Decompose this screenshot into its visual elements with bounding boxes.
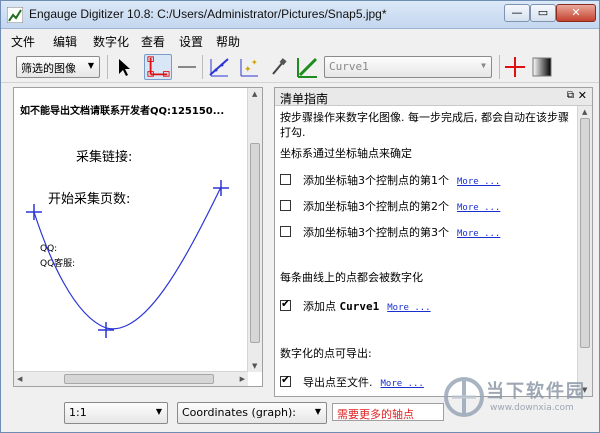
menu-settings[interactable]: 设置 xyxy=(179,33,203,50)
step-label: 添加坐标轴3个控制点的第2个 xyxy=(303,200,449,213)
chevron-down-icon: ▼ xyxy=(87,61,94,70)
more-link[interactable]: More ... xyxy=(381,379,424,389)
scroll-thumb[interactable] xyxy=(250,143,260,343)
curve-line xyxy=(33,186,222,330)
watermark-logo-icon xyxy=(444,377,484,417)
checklist-scrollbar[interactable]: ▲ ▼ xyxy=(577,106,592,396)
color-picker-icon[interactable] xyxy=(268,56,290,78)
step-checkbox xyxy=(280,174,291,185)
checklist-header: 清单指南 ⧉ ✕ xyxy=(275,88,592,106)
window-title: Engauge Digitizer 10.8: C:/Users/Adminis… xyxy=(29,7,387,21)
chevron-down-icon: ▼ xyxy=(314,407,321,416)
section-axis-title: 坐标系通过坐标轴点来确定 xyxy=(280,147,412,160)
watermark-brand: 当下软件园 xyxy=(486,381,586,402)
watermark-url: www.downxia.com xyxy=(490,403,574,413)
gradient-icon[interactable] xyxy=(531,56,553,78)
close-button[interactable]: ✕ xyxy=(556,4,596,22)
menu-help[interactable]: 帮助 xyxy=(216,33,240,50)
more-link[interactable]: More ... xyxy=(457,203,500,213)
title-bar: Engauge Digitizer 10.8: C:/Users/Adminis… xyxy=(1,1,599,29)
scroll-left-icon[interactable]: ◀ xyxy=(17,375,22,383)
coordinates-mode-select[interactable]: Coordinates (graph): ▼ xyxy=(177,402,327,424)
graph-canvas[interactable]: 如不能导出文档请联系开发者QQ:125150... 采集链接: 开始采集页数: … xyxy=(14,88,248,372)
step-checkbox-checked xyxy=(280,373,291,387)
more-link[interactable]: More ... xyxy=(457,229,500,239)
app-window: Engauge Digitizer 10.8: C:/Users/Adminis… xyxy=(0,0,600,433)
curve-select[interactable]: Curve1 ▼ xyxy=(324,56,492,78)
step-checkbox xyxy=(280,226,291,237)
scroll-thumb[interactable] xyxy=(580,118,590,348)
crosshair-icon[interactable] xyxy=(504,56,526,78)
background-view-select[interactable]: 筛选的图像 ▼ xyxy=(16,56,100,78)
chevron-down-icon: ▼ xyxy=(481,61,486,70)
step-axis-2: 添加坐标轴3个控制点的第2个 More ... xyxy=(280,198,500,214)
step-add-points: 添加点 Curve1 More ... xyxy=(280,297,431,314)
scroll-up-icon[interactable]: ▲ xyxy=(582,108,587,116)
menu-digitize[interactable]: 数字化 xyxy=(93,33,129,50)
engauge-app-icon xyxy=(7,7,23,23)
curve-point-marker xyxy=(213,180,229,196)
graph-horizontal-scrollbar[interactable]: ◀ ▶ xyxy=(14,371,248,386)
axis-point-icon[interactable] xyxy=(144,54,172,80)
chevron-down-icon: ▼ xyxy=(155,407,162,416)
step-checkbox-checked xyxy=(280,297,291,311)
segment-icon[interactable] xyxy=(176,56,198,78)
float-panel-icon[interactable]: ⧉ xyxy=(567,90,574,101)
downxia-watermark: 当下软件园 www.downxia.com xyxy=(444,369,594,429)
checklist-guide-panel: 清单指南 ⧉ ✕ 按步骤操作来数字化图像. 每一步完成后, 都会自动在该步骤打勾… xyxy=(274,87,593,397)
coordinates-mode-value: Coordinates (graph): xyxy=(182,406,297,419)
close-panel-icon[interactable]: ✕ xyxy=(578,89,587,102)
section-export-title: 数字化的点可导出: xyxy=(280,347,372,360)
digitized-curve-overlay xyxy=(26,180,229,338)
section-curve-title: 每条曲线上的点都会被数字化 xyxy=(280,271,423,284)
toolbar-separator xyxy=(499,55,500,79)
zoom-value: 1:1 xyxy=(69,406,87,419)
menu-bar: 文件 编辑 数字化 查看 设置 帮助 xyxy=(1,30,599,50)
curve-name: Curve1 xyxy=(339,300,380,313)
curve-point-marker xyxy=(98,322,114,338)
scroll-up-icon[interactable]: ▲ xyxy=(252,90,257,98)
minimize-button[interactable]: — xyxy=(504,4,530,22)
toolbar-separator xyxy=(107,55,108,79)
step-axis-3: 添加坐标轴3个控制点的第3个 More ... xyxy=(280,224,500,240)
pointer-icon[interactable] xyxy=(113,56,135,78)
menu-file[interactable]: 文件 xyxy=(11,33,35,50)
maximize-button[interactable]: ▭ xyxy=(530,4,556,22)
step-checkbox xyxy=(280,200,291,211)
step-label: 导出点至文件. xyxy=(303,376,373,389)
more-link[interactable]: More ... xyxy=(387,303,430,313)
curve-point-marker xyxy=(26,204,42,220)
curve-digitize-icon[interactable] xyxy=(295,55,319,79)
point-match-icon[interactable] xyxy=(208,56,230,78)
step-label: 添加点 xyxy=(303,300,336,313)
point-digitize-icon[interactable]: ✦ ✦ xyxy=(238,56,260,78)
step-export: 导出点至文件. More ... xyxy=(280,373,424,390)
menu-view[interactable]: 查看 xyxy=(141,33,165,50)
zoom-select[interactable]: 1:1 ▼ xyxy=(64,402,168,424)
checklist-intro: 按步骤操作来数字化图像. 每一步完成后, 都会自动在该步骤打勾. xyxy=(280,111,569,139)
step-label: 添加坐标轴3个控制点的第3个 xyxy=(303,226,449,239)
scroll-thumb[interactable] xyxy=(64,374,214,384)
graph-vertical-scrollbar[interactable]: ▲ ▼ xyxy=(247,88,262,372)
toolbar-separator xyxy=(202,55,203,79)
background-view-value: 筛选的图像 xyxy=(21,62,76,75)
graph-view[interactable]: 如不能导出文档请联系开发者QQ:125150... 采集链接: 开始采集页数: … xyxy=(13,87,263,387)
checklist-body: 按步骤操作来数字化图像. 每一步完成后, 都会自动在该步骤打勾. 坐标系通过坐标… xyxy=(275,106,577,396)
status-warning: 需要更多的轴点 xyxy=(332,403,444,421)
menu-edit[interactable]: 编辑 xyxy=(53,33,77,50)
svg-text:✦: ✦ xyxy=(251,58,258,67)
step-label: 添加坐标轴3个控制点的第1个 xyxy=(303,174,449,187)
checklist-title: 清单指南 xyxy=(280,92,329,106)
curve-select-value: Curve1 xyxy=(329,60,369,73)
toolbar: 筛选的图像 ▼ ✦ ✦ Curve1 ▼ xyxy=(1,51,599,83)
scroll-down-icon[interactable]: ▼ xyxy=(252,362,257,370)
step-axis-1: 添加坐标轴3个控制点的第1个 More ... xyxy=(280,172,500,188)
scroll-right-icon[interactable]: ▶ xyxy=(240,375,245,383)
more-link[interactable]: More ... xyxy=(457,177,500,187)
